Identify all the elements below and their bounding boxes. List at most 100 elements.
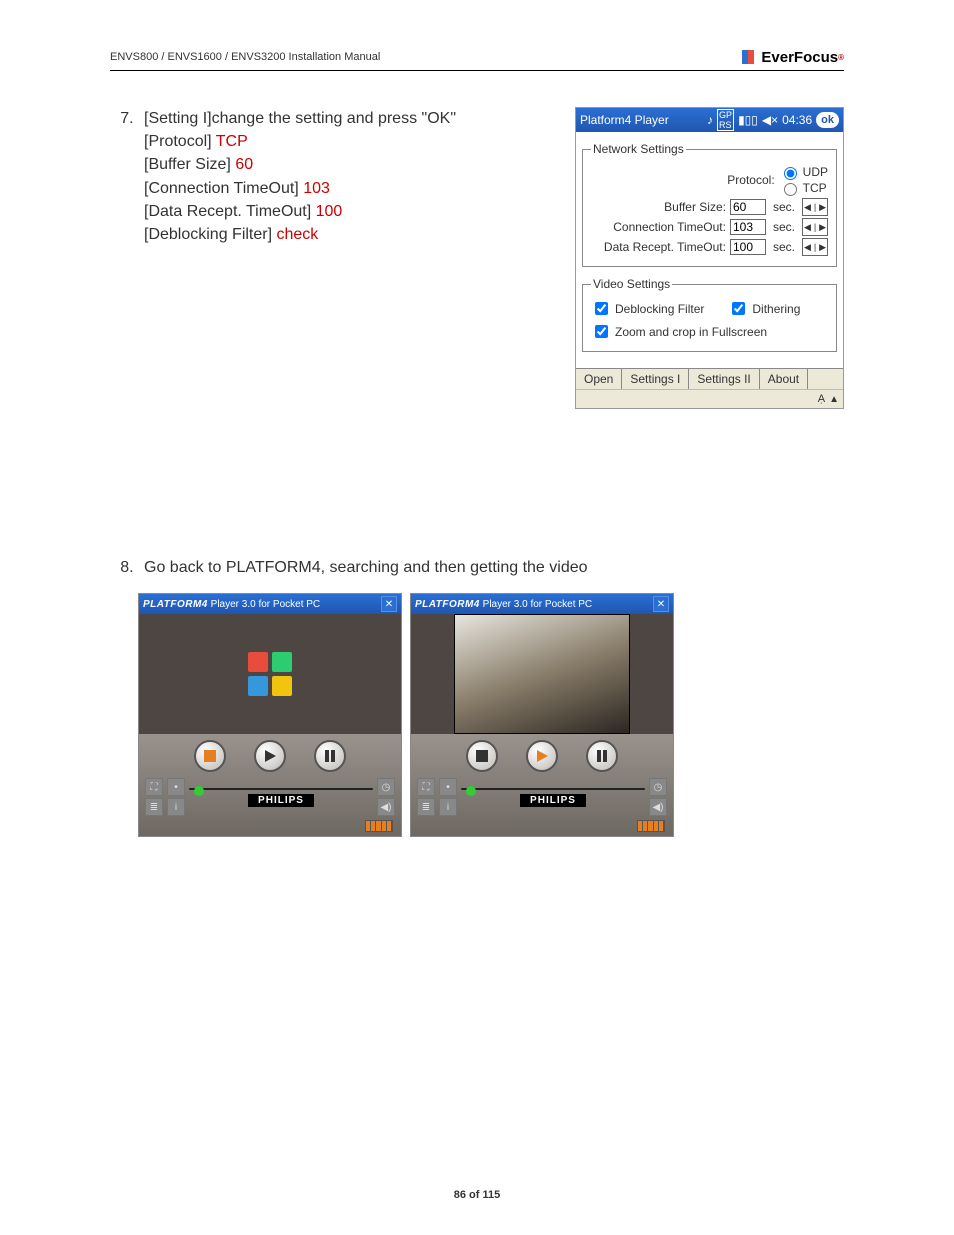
speaker-mute-icon: ◀×	[762, 113, 778, 127]
page-header: ENVS800 / ENVS1600 / ENVS3200 Installati…	[110, 48, 844, 71]
battery-icon	[365, 820, 393, 832]
tab-about[interactable]: About	[760, 369, 808, 389]
gprs-icon: GPRS	[717, 109, 734, 131]
step7-line4-label: [Deblocking Filter]	[144, 226, 277, 243]
zoom-check[interactable]: Zoom and crop in Fullscreen	[591, 322, 828, 341]
pda-bottombar: Ạ ▲	[576, 389, 843, 408]
volume-icon[interactable]: ◀)	[377, 798, 395, 816]
step7-line0-label: [Protocol]	[144, 133, 216, 150]
pda-titlebar: Platform4 Player ♪ GPRS ▮▯▯ ◀× 04:36 ok	[576, 108, 843, 132]
step8-text: Go back to PLATFORM4, searching and then…	[110, 559, 844, 577]
tab-settings-i[interactable]: Settings I	[622, 369, 689, 389]
dithering-check[interactable]: Dithering	[728, 299, 800, 318]
protocol-label: Protocol:	[727, 173, 774, 187]
dot-icon[interactable]: •	[439, 778, 457, 796]
player-controls: ⛶ ≣ • i PHILIPS ◷ ◀)	[139, 734, 401, 836]
step7-line1-value: 60	[235, 156, 253, 173]
fullscreen-icon[interactable]: ⛶	[145, 778, 163, 796]
player-shot-playing: PLATFORM4 Player 3.0 for Pocket PC ✕ ⛶ ≣	[410, 593, 674, 837]
deblocking-check[interactable]: Deblocking Filter	[591, 299, 704, 318]
player-screenshots: PLATFORM4 Player 3.0 for Pocket PC ✕ ⛶ ≣	[138, 593, 844, 837]
player-controls: ⛶ ≣ • i PHILIPS ◷ ◀)	[411, 734, 673, 836]
ok-button[interactable]: ok	[816, 112, 839, 128]
step7-text: [Setting I]change the setting and press …	[110, 107, 543, 246]
video-frame	[454, 614, 630, 734]
dot-icon[interactable]: •	[167, 778, 185, 796]
pause-button[interactable]	[586, 740, 618, 772]
conn-input[interactable]	[730, 219, 766, 235]
step7-line3-label: [Data Recept. TimeOut]	[144, 203, 316, 220]
buffer-unit: sec.	[770, 199, 798, 215]
fullscreen-icon[interactable]: ⛶	[417, 778, 435, 796]
close-icon[interactable]: ✕	[381, 596, 397, 612]
clock-icon[interactable]: ◷	[377, 778, 395, 796]
play-button[interactable]	[526, 740, 558, 772]
step7-line2-label: [Connection TimeOut]	[144, 180, 303, 197]
conn-label: Connection TimeOut:	[613, 220, 726, 234]
data-unit: sec.	[770, 239, 798, 255]
list-icon[interactable]: ≣	[417, 798, 435, 816]
stop-button[interactable]	[194, 740, 226, 772]
radio-udp-input[interactable]	[784, 167, 797, 180]
windows-flag-icon	[248, 652, 292, 696]
data-spinner[interactable]: ◀|▶	[802, 238, 828, 256]
signal-icon: ▮▯▯	[738, 113, 758, 127]
player-title-rest: Player 3.0 for Pocket PC	[208, 599, 320, 610]
deblocking-check-input[interactable]	[595, 302, 608, 315]
battery-icon	[637, 820, 665, 832]
player-title-rest: Player 3.0 for Pocket PC	[480, 599, 592, 610]
player-canvas-video	[411, 614, 673, 734]
radio-tcp-input[interactable]	[784, 183, 797, 196]
step7-line3-value: 100	[316, 203, 343, 220]
caret-up-icon[interactable]: ▲	[829, 394, 839, 405]
music-icon: ♪	[707, 113, 713, 127]
buffer-label: Buffer Size:	[664, 200, 726, 214]
stop-button[interactable]	[466, 740, 498, 772]
info-icon[interactable]: i	[167, 798, 185, 816]
data-label: Data Recept. TimeOut:	[604, 240, 726, 254]
player-brand: PLATFORM4	[415, 599, 480, 610]
zoom-check-input[interactable]	[595, 325, 608, 338]
brand-philips: PHILIPS	[520, 794, 586, 807]
step7-intro: [Setting I]change the setting and press …	[144, 110, 456, 127]
seek-slider[interactable]	[189, 788, 373, 790]
player-shot-searching: PLATFORM4 Player 3.0 for Pocket PC ✕ ⛶ ≣	[138, 593, 402, 837]
buffer-input[interactable]	[730, 199, 766, 215]
player-titlebar: PLATFORM4 Player 3.0 for Pocket PC ✕	[139, 594, 401, 614]
header-left: ENVS800 / ENVS1600 / ENVS3200 Installati…	[110, 51, 380, 63]
video-settings-group: Video Settings Deblocking Filter Ditheri…	[582, 277, 837, 352]
player-brand: PLATFORM4	[143, 599, 208, 610]
logo: EverFocus®	[739, 48, 844, 66]
data-input[interactable]	[730, 239, 766, 255]
step7-line0-value: TCP	[216, 133, 248, 150]
step7-line1-label: [Buffer Size]	[144, 156, 235, 173]
pda-settings-screenshot: Platform4 Player ♪ GPRS ▮▯▯ ◀× 04:36 ok …	[575, 107, 844, 409]
dithering-check-input[interactable]	[732, 302, 745, 315]
conn-spinner[interactable]: ◀|▶	[802, 218, 828, 236]
radio-tcp[interactable]: TCP	[779, 180, 827, 196]
close-icon[interactable]: ✕	[653, 596, 669, 612]
video-legend: Video Settings	[591, 277, 672, 291]
play-button[interactable]	[254, 740, 286, 772]
player-canvas-searching	[139, 614, 401, 734]
info-icon[interactable]: i	[439, 798, 457, 816]
step7-line2-value: 103	[303, 180, 330, 197]
clock-icon[interactable]: ◷	[649, 778, 667, 796]
seek-slider[interactable]	[461, 788, 645, 790]
logo-text: EverFocus	[761, 49, 838, 66]
tab-settings-ii[interactable]: Settings II	[689, 369, 759, 389]
list-icon[interactable]: ≣	[145, 798, 163, 816]
volume-icon[interactable]: ◀)	[649, 798, 667, 816]
step7-line4-value: check	[277, 226, 319, 243]
buffer-spinner[interactable]: ◀|▶	[802, 198, 828, 216]
network-legend: Network Settings	[591, 142, 686, 156]
radio-udp[interactable]: UDP	[779, 164, 828, 180]
logo-icon	[739, 48, 757, 66]
pda-tabs: Open Settings I Settings II About	[576, 368, 843, 389]
keyboard-icon[interactable]: Ạ	[818, 393, 825, 405]
network-settings-group: Network Settings Protocol: UDP TCP Buffe…	[582, 142, 837, 267]
pda-title: Platform4 Player	[580, 113, 669, 127]
tab-open[interactable]: Open	[576, 369, 622, 389]
pause-button[interactable]	[314, 740, 346, 772]
brand-philips: PHILIPS	[248, 794, 314, 807]
